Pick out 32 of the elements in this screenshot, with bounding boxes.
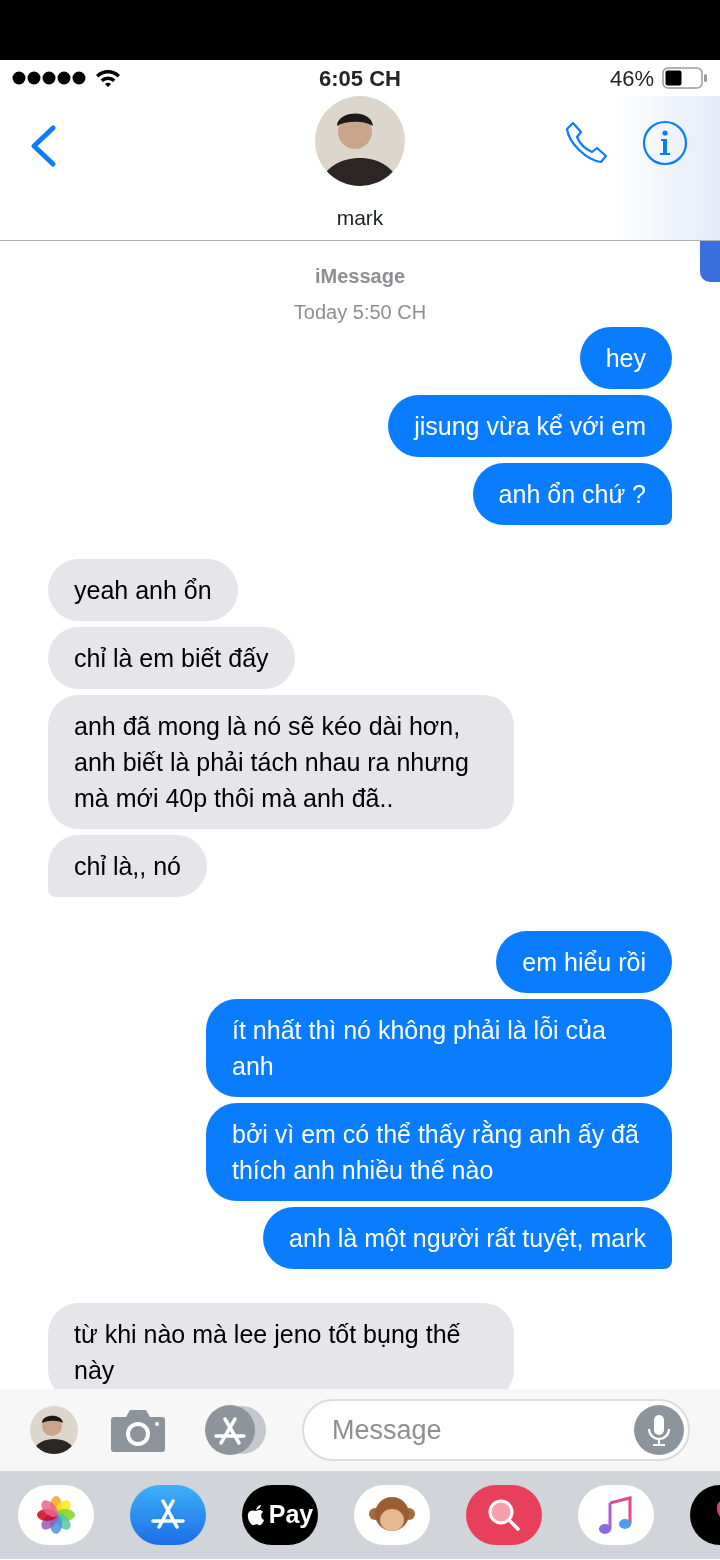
message-bubble: bởi vì em có thể thấy rằng anh ấy đã thích anh nhiều thế nào xyxy=(206,1103,672,1201)
service-label: iMessage xyxy=(313,264,407,289)
message-bubble: chỉ là em biết đấy xyxy=(48,627,295,689)
message-bubble: từ khi nào mà lee jeno tốt bụng thế này xyxy=(48,1303,514,1389)
message-bubble: em hiểu rồi xyxy=(496,931,672,993)
phone-icon[interactable] xyxy=(564,120,610,166)
photos-icon xyxy=(36,1495,76,1535)
signal-icon xyxy=(12,71,87,85)
info-icon[interactable] xyxy=(642,120,688,166)
battery-percentage: 46% xyxy=(609,64,654,93)
message-bubble: chỉ là,, nó xyxy=(48,835,207,897)
clock-time: 6:05 CH xyxy=(319,64,401,93)
pay-label: Pay xyxy=(268,1499,314,1531)
apple-icon xyxy=(246,1504,265,1526)
message-bubble: anh là một người rất tuyệt, mark xyxy=(263,1207,672,1269)
contact-name: mark xyxy=(336,205,384,231)
app-button[interactable]: Pay xyxy=(242,1485,318,1545)
message-bubble: yeah anh ổn xyxy=(48,559,238,621)
camera-icon[interactable] xyxy=(110,1407,166,1453)
microphone-icon[interactable] xyxy=(634,1405,684,1455)
scroll-thumb[interactable] xyxy=(700,241,720,282)
timestamp: Today 5:50 CH xyxy=(292,300,428,325)
avatar[interactable] xyxy=(30,1406,78,1454)
battery-icon xyxy=(662,67,708,89)
message-bubble: hey xyxy=(579,327,672,389)
message-bubble: anh đã mong là nó sẽ kéo dài hơn, anh biết là phải tách nhau ra nhưng mà mới 40p thôi mà anh đã.. xyxy=(48,695,514,829)
message-bubble: anh ổn chứ ? xyxy=(472,463,672,525)
message-input[interactable]: Message xyxy=(302,1399,690,1461)
app-store-icon[interactable] xyxy=(202,1405,268,1455)
wifi-icon xyxy=(95,68,121,88)
message-bubble: jisung vừa kể với em xyxy=(388,395,672,457)
message-bubble: ít nhất thì nó không phải là lỗi của anh xyxy=(206,999,672,1097)
